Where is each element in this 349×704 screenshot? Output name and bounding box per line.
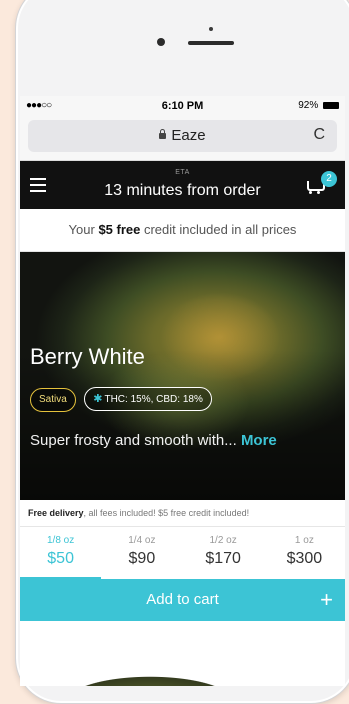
earpiece-speaker (188, 41, 234, 45)
price-options: 1/8 oz $50 1/4 oz $90 1/2 oz $170 1 oz $… (20, 527, 345, 579)
next-product-image[interactable] (20, 621, 345, 686)
url-display: Eaze (28, 127, 337, 144)
credit-amount: $5 free (98, 222, 141, 237)
cart-count-badge: 2 (321, 171, 337, 187)
status-bar: ●●●○○ 6:10 PM 92% (20, 96, 345, 116)
product-name: Berry White (30, 344, 145, 369)
product-tags: Sativa ✱ THC: 15%, CBD: 18% (30, 387, 216, 412)
product-description: Super frosty and smooth with... More (30, 432, 277, 449)
status-time: 6:10 PM (161, 100, 204, 112)
sativa-tag[interactable]: Sativa (30, 388, 76, 412)
front-camera (157, 38, 165, 46)
product-hero-image[interactable]: Berry White Sativa ✱ THC: 15%, CBD: 18% S… (20, 252, 345, 500)
credit-prefix: Your (68, 222, 99, 237)
url-field[interactable]: Eaze C (28, 120, 337, 152)
description-text: Super frosty and smooth with... (30, 432, 237, 449)
phone-screen: ●●●○○ 6:10 PM 92% Eaze C ETA 13 minutes … (20, 96, 345, 686)
price-weight: 1/8 oz (47, 535, 75, 546)
app-header: ETA 13 minutes from order 2 (20, 161, 345, 209)
price-option-ounce[interactable]: 1 oz $300 (264, 527, 345, 579)
battery-indicator: 92% (298, 100, 339, 111)
price-value: $170 (205, 550, 241, 567)
leaf-icon: ✱ (93, 393, 103, 405)
credit-suffix: credit included in all prices (140, 222, 297, 237)
credit-banner: Your $5 free credit included in all pric… (20, 209, 345, 252)
battery-percent: 92% (298, 100, 319, 111)
price-value: $300 (286, 550, 323, 567)
eta-label: ETA (175, 169, 190, 176)
url-text: Eaze (171, 127, 206, 144)
reload-icon[interactable]: C (313, 126, 325, 144)
price-weight: 1 oz (294, 535, 314, 546)
price-option-eighth[interactable]: 1/8 oz $50 (20, 527, 102, 579)
add-to-cart-label: Add to cart (146, 591, 219, 608)
add-to-cart-button[interactable]: Add to cart + (20, 579, 345, 621)
price-value: $50 (47, 550, 74, 567)
eta-text: 13 minutes from order (104, 182, 261, 199)
price-value: $90 (128, 550, 156, 567)
price-weight: 1/4 oz (128, 535, 156, 546)
price-option-quarter[interactable]: 1/4 oz $90 (101, 527, 182, 579)
battery-icon (323, 101, 339, 109)
delivery-bold: Free delivery (28, 508, 84, 518)
plus-icon: + (320, 587, 333, 612)
lock-icon (159, 129, 167, 139)
image-shade (20, 350, 345, 500)
more-link[interactable]: More (241, 432, 277, 449)
price-option-half[interactable]: 1/2 oz $170 (183, 527, 264, 579)
browser-address-bar: Eaze C (20, 116, 345, 161)
price-weight: 1/2 oz (209, 535, 237, 546)
delivery-note: Free delivery, all fees included! $5 fre… (20, 500, 345, 527)
potency-text: THC: 15%, CBD: 18% (104, 394, 203, 405)
delivery-rest: , all fees included! $5 free credit incl… (83, 508, 250, 518)
potency-tag[interactable]: ✱ THC: 15%, CBD: 18% (84, 387, 212, 411)
proximity-sensor (209, 27, 213, 31)
